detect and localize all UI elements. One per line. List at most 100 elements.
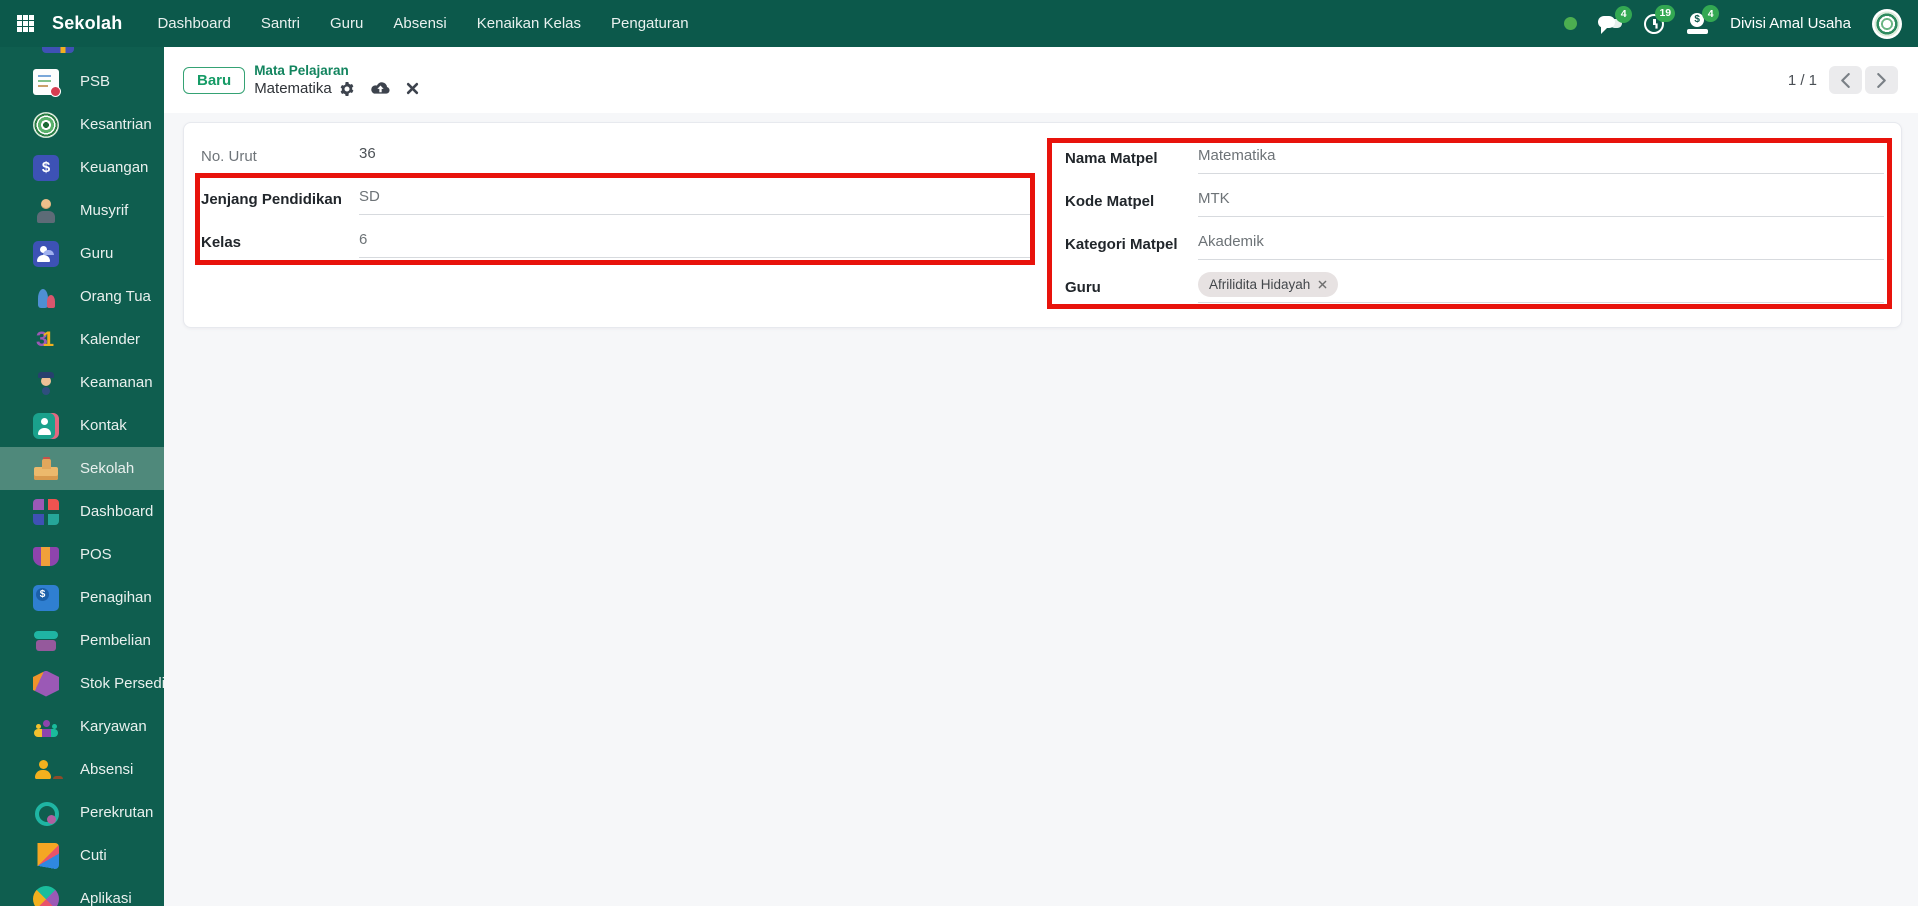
sidebar-item-label: Keamanan [80,374,153,391]
sidebar-item-pembelian[interactable]: Pembelian [0,619,164,662]
pos-awning-icon [33,547,59,566]
new-record-button[interactable]: Baru [183,67,245,94]
teacher-icon [33,241,59,267]
sidebar-items-list: PSB Kesantrian Keuangan Musyrif Guru Ora… [0,60,164,906]
field-row-nama-matpel: Nama Matpel Matematika [1065,137,1884,180]
menu-kenaikan-kelas[interactable]: Kenaikan Kelas [462,0,596,47]
online-status-dot [1564,17,1577,30]
sidebar-item-label: Kontak [80,417,127,434]
sidebar-item-kontak[interactable]: Kontak [0,404,164,447]
record-sheet: No. Urut 36 Jenjang Pendidikan SD Kelas … [183,122,1902,328]
menu-pengaturan[interactable]: Pengaturan [596,0,704,47]
form-left-column: No. Urut 36 Jenjang Pendidikan SD Kelas … [201,135,1033,264]
user-menu[interactable]: Divisi Amal Usaha [1730,15,1851,32]
field-label: Kategori Matpel [1065,223,1198,266]
sidebar-item-kesantrian[interactable]: Kesantrian [0,103,164,146]
sidebar-item-keuangan[interactable]: Keuangan [0,146,164,189]
sidebar-item-label: PSB [80,73,110,90]
app-window: Sekolah Dashboard Santri Guru Absensi Ke… [0,0,1918,906]
sidebar-item-absensi[interactable]: Absensi [0,748,164,791]
requests-button[interactable]: 4 [1686,13,1709,34]
inventory-box-icon [33,671,59,697]
main-menu: Dashboard Santri Guru Absensi Kenaikan K… [142,0,703,47]
psb-document-icon [33,69,59,95]
field-label: No. Urut [201,135,359,178]
pager-next-button[interactable] [1865,66,1898,94]
apps-circle-icon [28,880,65,906]
sidebar-item-aplikasi[interactable]: Aplikasi [0,877,164,906]
activities-button[interactable]: 19 [1643,13,1665,35]
field-row-guru: Guru Afrilidita Hidayah [1065,266,1884,309]
tag-remove-icon[interactable] [1318,280,1327,289]
purchase-icon [33,628,59,654]
dashboard-tiles-icon [33,499,59,525]
messages-button[interactable]: 4 [1598,14,1622,34]
attendance-icon [33,757,59,783]
sidebar-item-kalender[interactable]: Kalender [0,318,164,361]
breadcrumb-parent-link[interactable]: Mata Pelajaran [254,63,419,79]
sidebar-item-perekrutan[interactable]: Perekrutan [0,791,164,834]
field-row-jenjang-pendidikan: Jenjang Pendidikan SD [201,178,1033,221]
sidebar-item-orang-tua[interactable]: Orang Tua [0,275,164,318]
sidebar-item-karyawan[interactable]: Karyawan [0,705,164,748]
sidebar-item-label: Sekolah [80,460,134,477]
menu-absensi[interactable]: Absensi [378,0,461,47]
chevron-left-icon [1840,73,1851,88]
sidebar-item-label: Kesantrian [80,116,152,133]
kesantrian-logo-icon [33,112,59,138]
user-avatar[interactable] [1872,9,1902,39]
top-navbar: Sekolah Dashboard Santri Guru Absensi Ke… [0,0,1918,47]
sidebar-item-musyrif[interactable]: Musyrif [0,189,164,232]
sidebar-item-label: Musyrif [80,202,128,219]
sidebar-item-label: Kalender [80,331,140,348]
record-pager: 1 / 1 [1788,66,1898,94]
kelas-input[interactable]: 6 [359,221,1033,258]
save-cloud-upload-icon[interactable] [370,81,391,96]
guru-tags-input[interactable]: Afrilidita Hidayah [1198,266,1884,303]
sidebar-item-stok-persediaan[interactable]: Stok Persediaan [0,662,164,705]
time-off-fan-icon [33,843,59,869]
menu-dashboard[interactable]: Dashboard [142,0,245,47]
musyrif-person-icon [33,198,59,224]
field-row-kode-matpel: Kode Matpel MTK [1065,180,1884,223]
kategori-matpel-input[interactable]: Akademik [1198,223,1884,260]
sidebar-item-psb[interactable]: PSB [0,60,164,103]
apps-sidebar: PSB Kesantrian Keuangan Musyrif Guru Ora… [0,47,164,906]
form-right-column: Nama Matpel Matematika Kode Matpel MTK K… [1065,137,1884,309]
sidebar-item-label: Keuangan [80,159,148,176]
sidebar-item-label: Dashboard [80,503,153,520]
control-panel: Baru Mata Pelajaran Matematika 1 / 1 [164,47,1918,113]
sidebar-item-cuti[interactable]: Cuti [0,834,164,877]
nama-matpel-input[interactable]: Matematika [1198,137,1884,174]
gear-actions-icon[interactable] [339,81,355,97]
guru-tag: Afrilidita Hidayah [1198,272,1338,297]
current-app-name[interactable]: Sekolah [52,13,122,34]
topbar-right-cluster: 4 19 4 Divisi Amal Usaha [1564,9,1918,39]
sidebar-item-dashboard[interactable]: Dashboard [0,490,164,533]
kode-matpel-input[interactable]: MTK [1198,180,1884,217]
sidebar-item-label: Stok Persediaan [80,675,164,692]
sidebar-item-label: Absensi [80,761,133,778]
apps-menu-button[interactable] [0,0,50,47]
pager-previous-button[interactable] [1829,66,1862,94]
sidebar-item-label: Guru [80,245,113,262]
guru-tag-label: Afrilidita Hidayah [1209,277,1310,292]
field-row-kategori-matpel: Kategori Matpel Akademik [1065,223,1884,266]
discard-x-icon[interactable] [406,82,419,95]
messages-badge: 4 [1615,6,1632,23]
sidebar-item-penagihan[interactable]: Penagihan [0,576,164,619]
requests-badge: 4 [1702,5,1719,22]
menu-santri[interactable]: Santri [246,0,315,47]
activities-badge: 19 [1655,5,1675,22]
no-urut-value[interactable]: 36 [359,135,1033,172]
jenjang-pendidikan-input[interactable]: SD [359,178,1033,215]
parents-icon [33,284,59,310]
sidebar-item-guru[interactable]: Guru [0,232,164,275]
sidebar-item-keamanan[interactable]: Keamanan [0,361,164,404]
field-label: Kode Matpel [1065,180,1198,223]
field-row-no-urut: No. Urut 36 [201,135,1033,178]
menu-guru[interactable]: Guru [315,0,378,47]
sidebar-item-sekolah[interactable]: Sekolah [0,447,164,490]
sidebar-item-pos[interactable]: POS [0,533,164,576]
finance-dollar-icon [33,155,59,181]
